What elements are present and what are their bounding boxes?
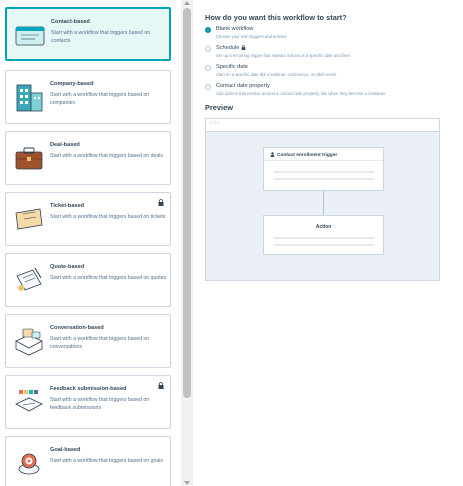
person-icon (270, 152, 275, 157)
action-node: Action (263, 215, 384, 255)
card-description: Start with a workflow that triggers base… (50, 336, 150, 350)
preview-frame: ○○○ Contact enrollment trigger Action (205, 118, 440, 281)
card-title: Feedback submission-based (50, 386, 127, 392)
conversation-illustration-icon (15, 328, 43, 356)
placeholder-line (274, 244, 374, 246)
object-type-list: Contact-based Start with a workflow that… (0, 0, 178, 486)
preview-topbar: ○○○ (206, 119, 439, 132)
card-title: Contact-based (51, 19, 90, 25)
radio-blank-workflow[interactable] (205, 27, 211, 33)
card-goal-based[interactable]: Goal-based Start with a workflow that tr… (5, 436, 171, 486)
card-description: Start with a workflow that triggers base… (50, 275, 167, 281)
goal-illustration-icon (18, 453, 40, 475)
card-contact-based[interactable]: Contact-based Start with a workflow that… (5, 7, 171, 61)
option-description: Set up a recurring trigger that repeats … (216, 53, 352, 58)
scroll-up-arrow-icon[interactable] (184, 1, 190, 5)
option-schedule[interactable]: Schedule Set up a recurring trigger that… (205, 45, 455, 63)
radio-specific-date[interactable] (205, 65, 211, 71)
preview-canvas: Contact enrollment trigger Action (206, 132, 439, 280)
lock-icon (242, 45, 246, 51)
card-description: Start with a workflow that triggers base… (50, 92, 150, 106)
option-contact-date-property[interactable]: Contact date property Add actions that r… (205, 83, 455, 101)
card-title: Quote-based (50, 264, 85, 270)
card-title: Company-based (50, 81, 94, 87)
option-label: Specific date (216, 64, 249, 70)
start-options-panel: How do you want this workflow to start? … (205, 0, 457, 486)
window-dots-icon: ○○○ (210, 120, 221, 126)
trigger-node-label: Contact enrollment trigger (277, 153, 338, 158)
card-description: Start with a workflow that triggers base… (50, 397, 150, 411)
placeholder-line (274, 171, 374, 173)
card-deal-based[interactable]: Deal-based Start with a workflow that tr… (5, 131, 171, 185)
card-title: Ticket-based (50, 203, 85, 209)
action-node-label: Action (315, 224, 332, 230)
card-description: Start with a workflow that triggers base… (50, 214, 166, 220)
option-specific-date[interactable]: Specific date Start on a specific date l… (205, 64, 455, 82)
company-illustration-icon (16, 84, 43, 112)
option-label: Contact date property (216, 83, 270, 89)
contact-illustration-icon (15, 26, 45, 46)
scroll-thumb[interactable] (183, 8, 191, 398)
placeholder-line (274, 178, 374, 180)
card-title: Deal-based (50, 142, 80, 148)
card-quote-based[interactable]: Quote-based Start with a workflow that t… (5, 253, 171, 307)
quote-illustration-icon (16, 267, 42, 291)
trigger-node-header: Contact enrollment trigger (264, 148, 383, 161)
node-connector (323, 191, 324, 215)
option-description: Choose your own triggers and actions. (216, 34, 288, 39)
card-title: Goal-based (50, 447, 81, 453)
enrollment-trigger-node: Contact enrollment trigger (263, 147, 384, 191)
lock-icon (158, 199, 164, 206)
ticket-illustration-icon (15, 208, 43, 230)
scrollbar[interactable] (181, 0, 193, 486)
preview-heading: Preview (205, 103, 233, 112)
radio-schedule[interactable] (205, 46, 211, 52)
deal-illustration-icon (15, 147, 43, 170)
card-conversation-based[interactable]: Conversation-based Start with a workflow… (5, 314, 171, 368)
option-label-text: Schedule (216, 45, 240, 51)
radio-contact-date-property[interactable] (205, 84, 211, 90)
option-label: Schedule (216, 45, 246, 51)
card-feedback-submission-based[interactable]: Feedback submission-based Start with a w… (5, 375, 171, 429)
placeholder-line (274, 237, 374, 239)
card-company-based[interactable]: Company-based Start with a workflow that… (5, 70, 171, 124)
card-description: Start with a workflow that triggers base… (51, 30, 151, 44)
scroll-down-arrow-icon[interactable] (184, 481, 190, 485)
option-description: Start on a specific date like a webinar,… (216, 72, 337, 77)
card-description: Start with a workflow that triggers base… (50, 153, 164, 159)
option-blank-workflow[interactable]: Blank workflow Choose your own triggers … (205, 26, 455, 44)
option-label: Blank workflow (216, 26, 254, 32)
card-title: Conversation-based (50, 325, 104, 331)
feedback-illustration-icon (15, 390, 43, 412)
start-question-heading: How do you want this workflow to start? (205, 13, 347, 22)
option-description: Add actions that revolve around a contac… (216, 91, 387, 96)
card-description: Start with a workflow that triggers base… (50, 458, 164, 464)
card-ticket-based[interactable]: Ticket-based Start with a workflow that … (5, 192, 171, 246)
workflow-start-dialog: Contact-based Start with a workflow that… (0, 0, 463, 486)
lock-icon (158, 382, 164, 389)
